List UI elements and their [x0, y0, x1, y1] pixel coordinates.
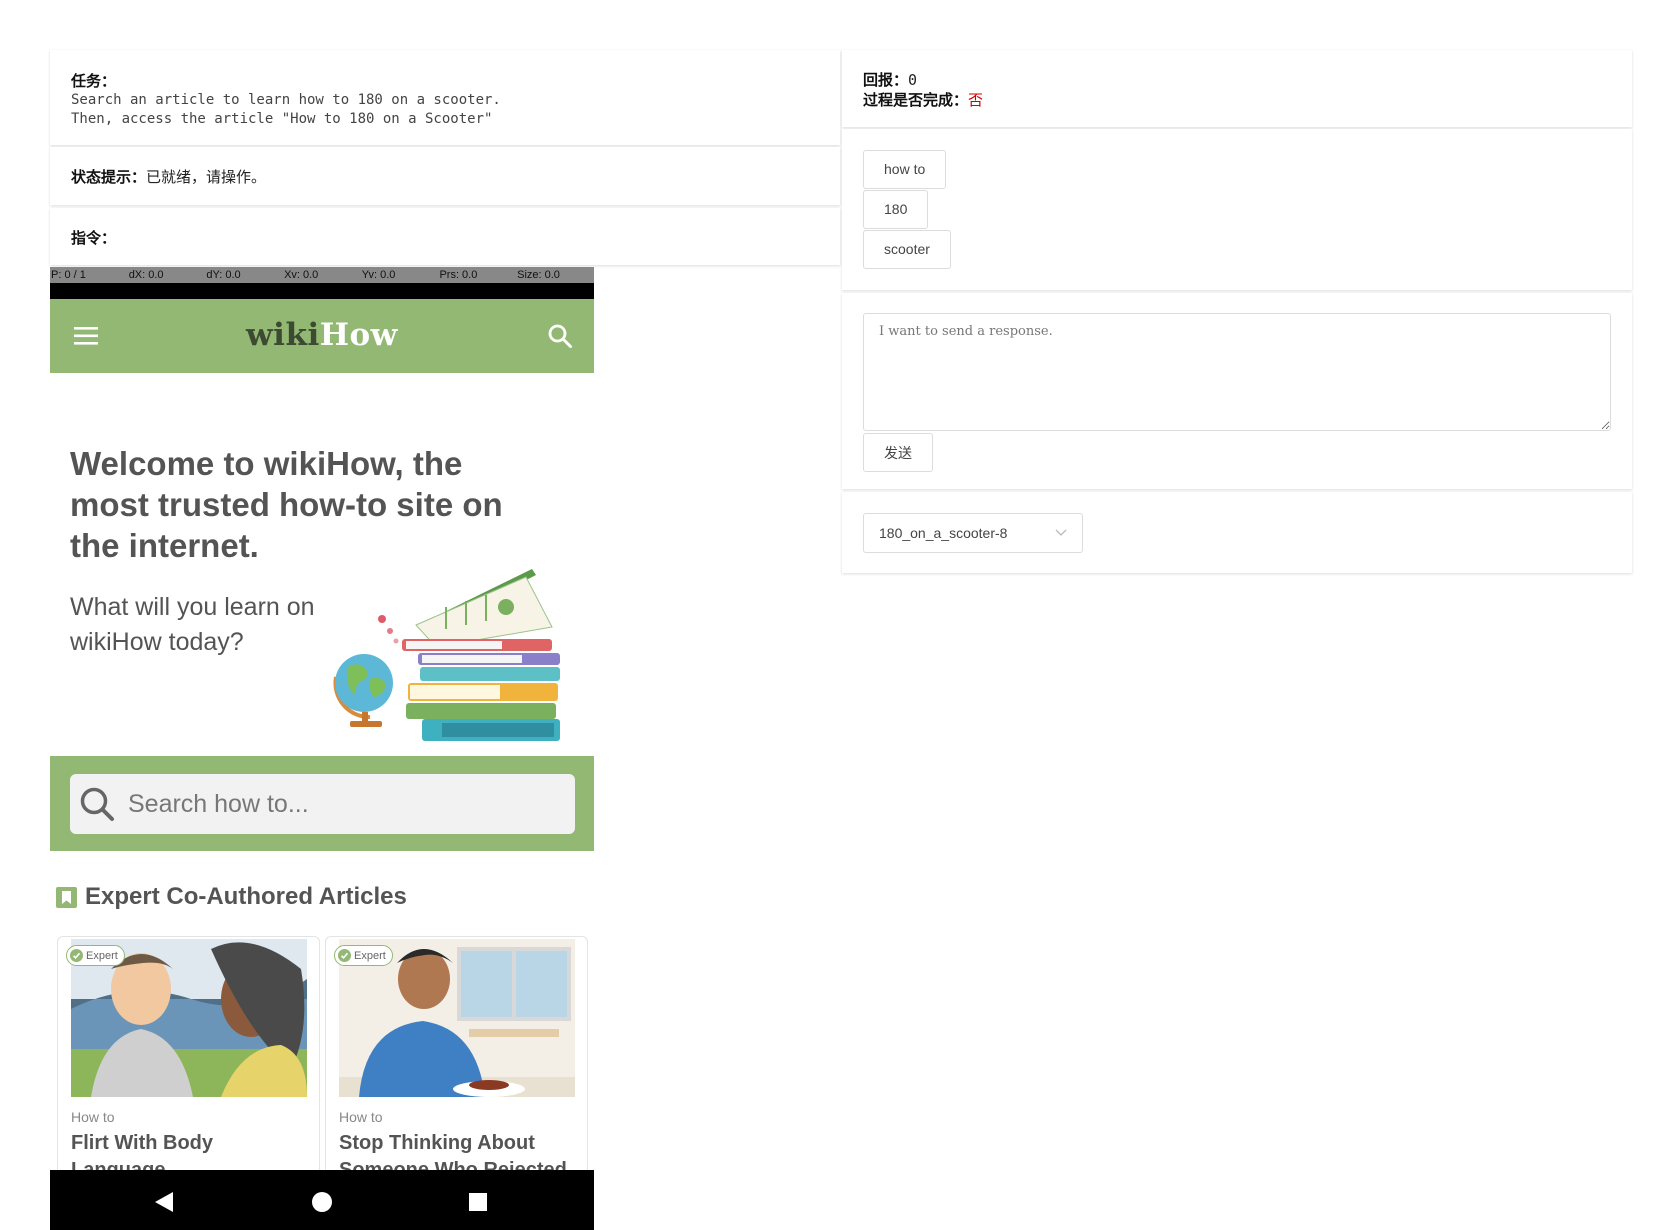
status-bar: [50, 283, 594, 299]
done-label: 过程是否完成：: [863, 91, 969, 109]
debug-dx: dX: 0.0: [128, 269, 164, 281]
expert-badge: Expert: [334, 945, 393, 966]
status-label: 状态提示：: [71, 168, 147, 186]
logo-how: How: [319, 317, 398, 353]
expert-badge: Expert: [66, 945, 125, 966]
welcome-heading: Welcome to wikiHow, the most trusted how…: [70, 445, 503, 564]
reward-card: 回报：0 过程是否完成：否: [842, 50, 1632, 127]
article-prefix: How to: [339, 1109, 383, 1125]
back-triangle-icon: [155, 1191, 173, 1212]
keyword-button-how-to[interactable]: how to: [863, 150, 947, 189]
check-badge-icon: [70, 949, 83, 962]
command-card: 指令：: [50, 208, 840, 265]
debug-dy: dY: 0.0: [206, 269, 241, 281]
task-line-1: Search an article to learn how to 180 on…: [71, 92, 501, 108]
home-button[interactable]: [292, 1170, 352, 1230]
article-card-flirt[interactable]: Expert How to Flirt With Body Language: [57, 936, 320, 1196]
android-nav-bar: [50, 1170, 594, 1230]
debug-prs: Prs: 0.0: [439, 269, 478, 281]
select-card: 180_on_a_scooter-8: [842, 492, 1632, 573]
search-band: Search how to...: [50, 756, 594, 851]
wikihow-logo[interactable]: wikiHow: [246, 317, 398, 353]
books-globe-illustration: [333, 569, 560, 741]
expert-badge-label: Expert: [354, 949, 386, 962]
search-placeholder: Search how to...: [128, 789, 309, 818]
keyword-button-180[interactable]: 180: [863, 190, 929, 229]
keyword-button-scooter[interactable]: scooter: [863, 230, 951, 269]
pointer-debug-bar: P: 0 / 1 dX: 0.0 dY: 0.0 Xv: 0.0 Yv: 0.0…: [50, 267, 594, 283]
send-button[interactable]: 发送: [863, 433, 933, 472]
article-prefix: How to: [71, 1109, 115, 1125]
done-value: 否: [968, 91, 984, 109]
task-label: 任务：: [71, 72, 117, 90]
search-input[interactable]: Search how to...: [70, 774, 575, 834]
logo-wiki: wiki: [246, 317, 320, 353]
expert-section-heading: Expert Co-Authored Articles: [56, 883, 407, 911]
task-card: 任务： Search an article to learn how to 18…: [50, 50, 840, 145]
debug-pointer: P: 0 / 1: [51, 269, 86, 281]
episode-select[interactable]: 180_on_a_scooter-8: [863, 513, 1083, 553]
phone-screen: P: 0 / 1 dX: 0.0 dY: 0.0 Xv: 0.0 Yv: 0.0…: [50, 267, 594, 1230]
back-button[interactable]: [134, 1170, 194, 1230]
command-label: 指令：: [71, 229, 117, 247]
recents-button[interactable]: [448, 1170, 508, 1230]
debug-size: Size: 0.0: [517, 269, 560, 281]
expert-badge-label: Expert: [86, 949, 118, 962]
check-badge-icon: [338, 949, 351, 962]
keywords-card: how to 180 scooter: [842, 129, 1632, 290]
article-card-stop-thinking[interactable]: Expert How to Stop Thinking About Someon…: [325, 936, 588, 1196]
recents-square-icon: [469, 1192, 487, 1211]
reward-label: 回报：: [863, 71, 909, 89]
welcome-question: What will you learn on wikiHow today?: [70, 593, 315, 656]
status-card: 状态提示：已就绪，请操作。: [50, 147, 840, 205]
debug-xv: Xv: 0.0: [284, 269, 319, 281]
episode-select-value: 180_on_a_scooter-8: [879, 525, 1008, 541]
globe-icon: [333, 654, 393, 727]
app-bar: wikiHow: [50, 299, 594, 373]
expert-section-title: Expert Co-Authored Articles: [85, 883, 407, 910]
status-value: 已就绪，请操作。: [146, 168, 267, 186]
home-circle-icon: [312, 1191, 332, 1212]
hamburger-menu-icon[interactable]: [74, 326, 100, 346]
chevron-down-icon: [1055, 529, 1067, 536]
response-input[interactable]: [863, 313, 1611, 431]
search-icon: [80, 787, 114, 821]
bookmark-icon: [56, 886, 77, 908]
response-card: 发送: [842, 293, 1632, 489]
debug-yv: Yv: 0.0: [361, 269, 396, 281]
search-icon[interactable]: [547, 323, 573, 349]
task-line-2: Then, access the article "How to 180 on …: [71, 111, 493, 127]
reward-value: 0: [908, 71, 918, 89]
